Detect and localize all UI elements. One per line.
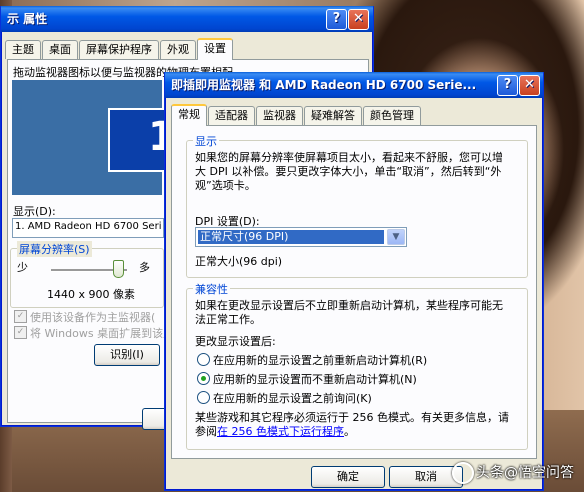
tab-settings[interactable]: 设置 [197, 38, 233, 60]
display-select[interactable]: 1. AMD Radeon HD 6700 Seri [12, 218, 164, 238]
extend-desktop-label: 将 Windows 桌面扩展到该监 [30, 327, 175, 340]
help-icon[interactable]: ? [326, 9, 347, 30]
resolution-more-label: 多 [139, 261, 150, 274]
display-properties-titlebar[interactable]: 示 属性 ? ✕ [1, 6, 373, 32]
extend-desktop-checkbox: ✓ [14, 326, 27, 339]
display-label: 显示(D): [13, 205, 56, 218]
tab-appearance[interactable]: 外观 [160, 40, 196, 59]
tab-color-management[interactable]: 颜色管理 [363, 106, 421, 125]
display-properties-tabs: 主题 桌面 屏幕保护程序 外观 设置 [5, 38, 234, 60]
compatibility-group: 兼容性 如果在更改显示设置后不立即重新启动计算机，某些程序可能无法正常工作。 更… [186, 281, 528, 450]
general-panel: 显示 如果您的屏幕分辨率使屏幕项目太小，看起来不舒服，您可以增大 DPI 以补偿… [171, 125, 537, 459]
ok-button[interactable]: 确定 [311, 466, 385, 488]
restart-before-apply-radio[interactable] [197, 353, 210, 366]
dpi-setting-value: 正常尺寸(96 DPI) [198, 230, 384, 244]
close-icon[interactable]: ✕ [519, 75, 540, 96]
display-select-value: 1. AMD Radeon HD 6700 Seri [15, 221, 162, 232]
help-icon[interactable]: ? [497, 75, 518, 96]
restart-before-apply-label[interactable]: 在应用新的显示设置之前重新启动计算机(R) [213, 352, 427, 368]
display-properties-title: 示 属性 [7, 12, 48, 26]
color-mode-note-end: 。 [344, 425, 355, 438]
tab-themes[interactable]: 主题 [5, 40, 41, 59]
resolution-less-label: 少 [17, 261, 28, 274]
display-group-title: 显示 [193, 133, 219, 149]
chevron-down-icon[interactable]: ▼ [387, 229, 405, 245]
resolution-group: 屏幕分辨率(S) 少 多 1440 x 900 像素 [10, 241, 164, 308]
ask-before-apply-radio[interactable] [197, 391, 210, 404]
monitor-properties-titlebar[interactable]: 即插即用监视器 和 AMD Radeon HD 6700 Serie... ? … [165, 72, 543, 98]
tab-general[interactable]: 常规 [171, 104, 207, 126]
monitor-icon[interactable]: 1 [108, 108, 176, 172]
monitor-arrangement-area[interactable]: 1 [12, 80, 176, 195]
compatibility-description: 如果在更改显示设置后不立即重新启动计算机，某些程序可能无法正常工作。 [195, 299, 503, 326]
tab-troubleshoot[interactable]: 疑难解答 [304, 106, 362, 125]
ask-before-apply-label[interactable]: 在应用新的显示设置之前询问(K) [213, 390, 372, 406]
display-group: 显示 如果您的屏幕分辨率使屏幕项目太小，看起来不舒服，您可以增大 DPI 以补偿… [186, 133, 528, 278]
apply-without-restart-radio[interactable] [197, 372, 210, 385]
tab-monitor[interactable]: 监视器 [256, 106, 303, 125]
tab-screensaver[interactable]: 屏幕保护程序 [79, 40, 159, 59]
after-change-label: 更改显示设置后: [195, 335, 276, 348]
primary-monitor-label: 使用该设备作为主监视器( [30, 311, 156, 324]
monitor-properties-tabs: 常规 适配器 监视器 疑难解答 颜色管理 [171, 104, 422, 126]
tab-adapter[interactable]: 适配器 [208, 106, 255, 125]
monitor-properties-title: 即插即用监视器 和 AMD Radeon HD 6700 Serie... [171, 78, 477, 92]
back-ok-button[interactable] [142, 408, 165, 430]
close-icon[interactable]: ✕ [348, 9, 369, 30]
apply-without-restart-label[interactable]: 应用新的显示设置而不重新启动计算机(N) [213, 371, 417, 387]
watermark-text: 头条@悟空问答 [476, 465, 574, 481]
watermark-logo-icon [452, 462, 474, 484]
tab-desktop[interactable]: 桌面 [42, 40, 78, 59]
dpi-info: 正常大小(96 dpi) [195, 255, 283, 268]
primary-monitor-checkbox: ✓ [14, 310, 27, 323]
resolution-value: 1440 x 900 像素 [47, 288, 135, 301]
identify-button[interactable]: 识别(I) [94, 344, 160, 366]
color-mode-note: 某些游戏和其它程序必须运行于 256 色模式。有关更多信息，请参阅在 256 色… [195, 411, 513, 439]
dpi-setting-select[interactable]: 正常尺寸(96 DPI) ▼ [195, 227, 407, 247]
monitor-properties-window: 即插即用监视器 和 AMD Radeon HD 6700 Serie... ? … [164, 72, 544, 491]
dpi-description: 如果您的屏幕分辨率使屏幕项目太小，看起来不舒服，您可以增大 DPI 以补偿。要只… [195, 151, 503, 192]
color-mode-help-link[interactable]: 在 256 色模式下运行程序 [217, 425, 344, 438]
resolution-group-title: 屏幕分辨率(S) [17, 241, 92, 257]
watermark: 头条@悟空问答 [452, 462, 574, 484]
resolution-slider-thumb[interactable] [113, 260, 124, 278]
compatibility-group-title: 兼容性 [193, 281, 230, 297]
